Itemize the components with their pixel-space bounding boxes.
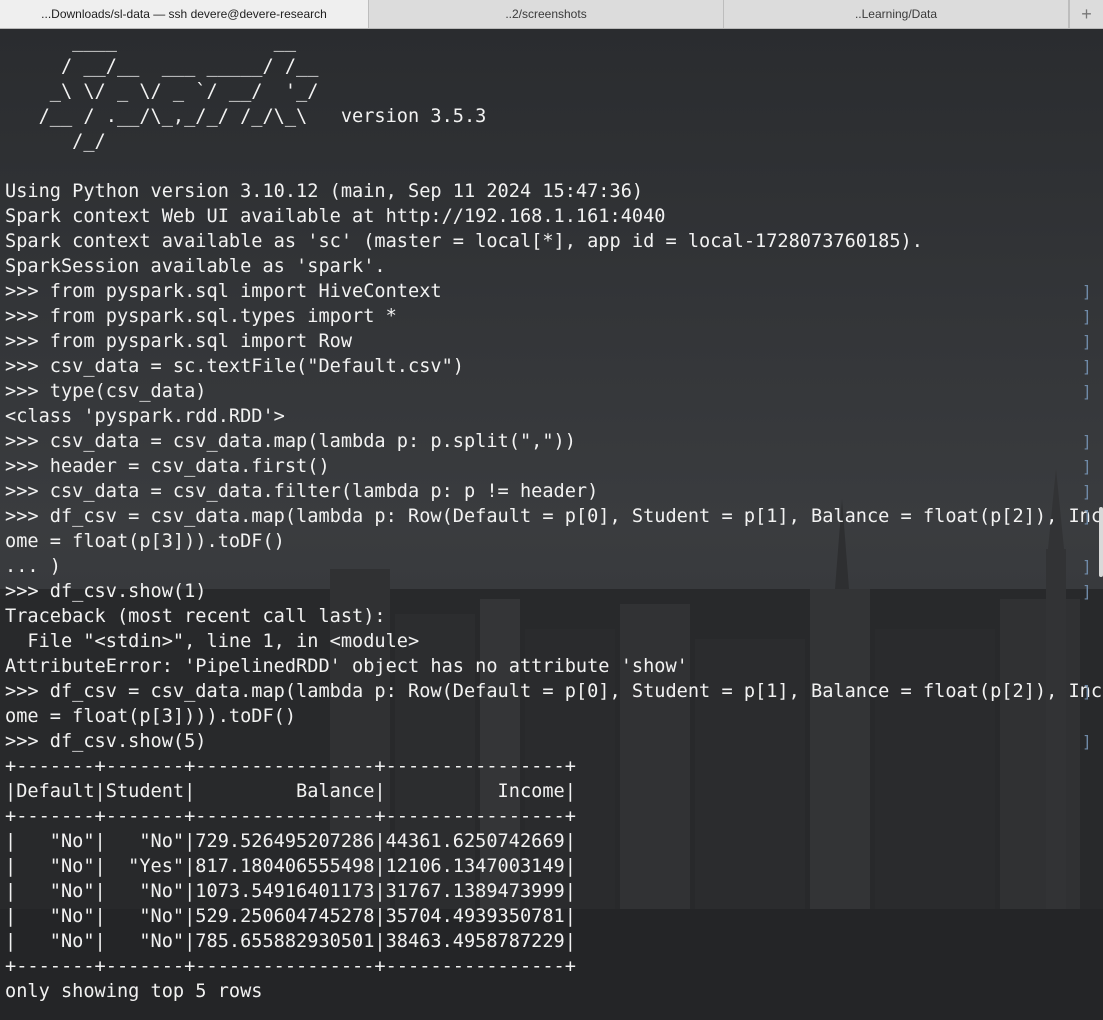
prompt-line-marker <box>1082 54 1092 79</box>
terminal-line: >>> from pyspark.sql import HiveContext <box>5 281 442 302</box>
prompt-line-marker <box>1082 804 1092 829</box>
terminal-line: >>> csv_data = csv_data.filter(lambda p:… <box>5 481 599 502</box>
terminal-line: _\ \/ _ \/ _ `/ __/ '_/ <box>5 81 319 102</box>
prompt-line-marker: ] <box>1082 682 1092 701</box>
terminal-line: +-------+-------+----------------+------… <box>5 806 576 827</box>
tab-bar: ...Downloads/sl-data — ssh devere@devere… <box>0 0 1103 29</box>
prompt-line-marker <box>1082 129 1092 154</box>
prompt-line-marker <box>1082 404 1092 429</box>
prompt-line-marker <box>1082 254 1092 279</box>
line-markers: ]]]]]]]]]]]]] <box>1082 29 1092 1004</box>
terminal-line: <class 'pyspark.rdd.RDD'> <box>5 406 285 427</box>
terminal-line: | "No"| "No"|529.250604745278|35704.4939… <box>5 906 576 927</box>
prompt-line-marker <box>1082 754 1092 779</box>
terminal-line: Spark context Web UI available at http:/… <box>5 206 666 227</box>
new-tab-button[interactable]: + <box>1069 0 1103 28</box>
prompt-line-marker <box>1082 654 1092 679</box>
prompt-line-marker <box>1082 929 1092 954</box>
prompt-line-marker: ] <box>1082 482 1092 501</box>
prompt-line-marker <box>1082 604 1092 629</box>
terminal-line: | "No"| "No"|729.526495207286|44361.6250… <box>5 831 576 852</box>
terminal-line: >>> df_csv.show(5) <box>5 731 207 752</box>
terminal-line: ome = float(p[3])).toDF() <box>5 531 285 552</box>
prompt-line-marker <box>1082 179 1092 204</box>
prompt-line-marker <box>1082 104 1092 129</box>
terminal-line: /_/ <box>5 131 106 152</box>
terminal-line: | "No"| "No"|785.655882930501|38463.4958… <box>5 931 576 952</box>
tab-ssh-session[interactable]: ...Downloads/sl-data — ssh devere@devere… <box>0 0 369 28</box>
terminal-line: >>> from pyspark.sql.types import * <box>5 306 397 327</box>
terminal-line: >>> header = csv_data.first() <box>5 456 330 477</box>
prompt-line-marker <box>1082 954 1092 979</box>
terminal-line: ome = float(p[3]))).toDF() <box>5 706 297 727</box>
prompt-line-marker: ] <box>1082 307 1092 326</box>
terminal-line: Traceback (most recent call last): <box>5 606 386 627</box>
prompt-line-marker <box>1082 154 1092 179</box>
terminal-line: Spark context available as 'sc' (master … <box>5 231 923 252</box>
prompt-line-marker: ] <box>1082 432 1092 451</box>
terminal-line: | "No"| "No"|1073.54916401173|31767.1389… <box>5 881 576 902</box>
prompt-line-marker <box>1082 529 1092 554</box>
terminal-line: /__ / .__/\_,_/_/ /_/\_\ version 3.5.3 <box>5 106 487 127</box>
prompt-line-marker: ] <box>1082 457 1092 476</box>
terminal-line: >>> csv_data = sc.textFile("Default.csv"… <box>5 356 464 377</box>
prompt-line-marker <box>1082 79 1092 104</box>
prompt-line-marker <box>1082 704 1092 729</box>
prompt-line-marker <box>1082 979 1092 1004</box>
prompt-line-marker: ] <box>1082 557 1092 576</box>
terminal-line: >>> type(csv_data) <box>5 381 207 402</box>
prompt-line-marker <box>1082 229 1092 254</box>
tab-learning-data[interactable]: ..Learning/Data <box>724 0 1069 28</box>
terminal-line: AttributeError: 'PipelinedRDD' object ha… <box>5 656 688 677</box>
prompt-line-marker <box>1082 829 1092 854</box>
terminal-text-lines: ____ __ / __/__ ___ _____/ /__ _\ \/ _ \… <box>5 29 1102 1004</box>
terminal-line: SparkSession available as 'spark'. <box>5 256 386 277</box>
prompt-line-marker <box>1082 629 1092 654</box>
terminal-line: ... ) <box>5 556 61 577</box>
terminal-line: Using Python version 3.10.12 (main, Sep … <box>5 181 644 202</box>
prompt-line-marker: ] <box>1082 382 1092 401</box>
terminal-line: |Default|Student| Balance| Income| <box>5 781 576 802</box>
tab-screenshots[interactable]: ..2/screenshots <box>369 0 724 28</box>
terminal-line: >>> df_csv = csv_data.map(lambda p: Row(… <box>5 681 1103 702</box>
terminal-line: +-------+-------+----------------+------… <box>5 956 576 977</box>
prompt-line-marker <box>1082 779 1092 804</box>
terminal-line: ____ __ <box>5 31 297 52</box>
terminal-line: +-------+-------+----------------+------… <box>5 756 576 777</box>
terminal-line: >>> csv_data = csv_data.map(lambda p: p.… <box>5 431 576 452</box>
prompt-line-marker: ] <box>1082 732 1092 751</box>
terminal-line: File "<stdin>", line 1, in <module> <box>5 631 420 652</box>
prompt-line-marker <box>1082 204 1092 229</box>
prompt-line-marker <box>1082 854 1092 879</box>
prompt-line-marker <box>1082 29 1092 54</box>
prompt-line-marker: ] <box>1082 332 1092 351</box>
prompt-line-marker <box>1082 904 1092 929</box>
terminal-line: >>> df_csv = csv_data.map(lambda p: Row(… <box>5 506 1103 527</box>
prompt-line-marker: ] <box>1082 357 1092 376</box>
terminal-output-area[interactable]: ____ __ / __/__ ___ _____/ /__ _\ \/ _ \… <box>0 29 1103 1020</box>
terminal-line: only showing top 5 rows <box>5 981 263 1002</box>
prompt-line-marker <box>1082 879 1092 904</box>
terminal-line: / __/__ ___ _____/ /__ <box>5 56 319 77</box>
prompt-line-marker: ] <box>1082 582 1092 601</box>
prompt-line-marker: ] <box>1082 507 1092 526</box>
scrollbar-thumb[interactable] <box>1099 507 1103 577</box>
terminal-line: >>> from pyspark.sql import Row <box>5 331 353 352</box>
terminal-line: | "No"| "Yes"|817.180406555498|12106.134… <box>5 856 576 877</box>
prompt-line-marker: ] <box>1082 282 1092 301</box>
terminal-window: ...Downloads/sl-data — ssh devere@devere… <box>0 0 1103 1020</box>
terminal-line: >>> df_csv.show(1) <box>5 581 207 602</box>
